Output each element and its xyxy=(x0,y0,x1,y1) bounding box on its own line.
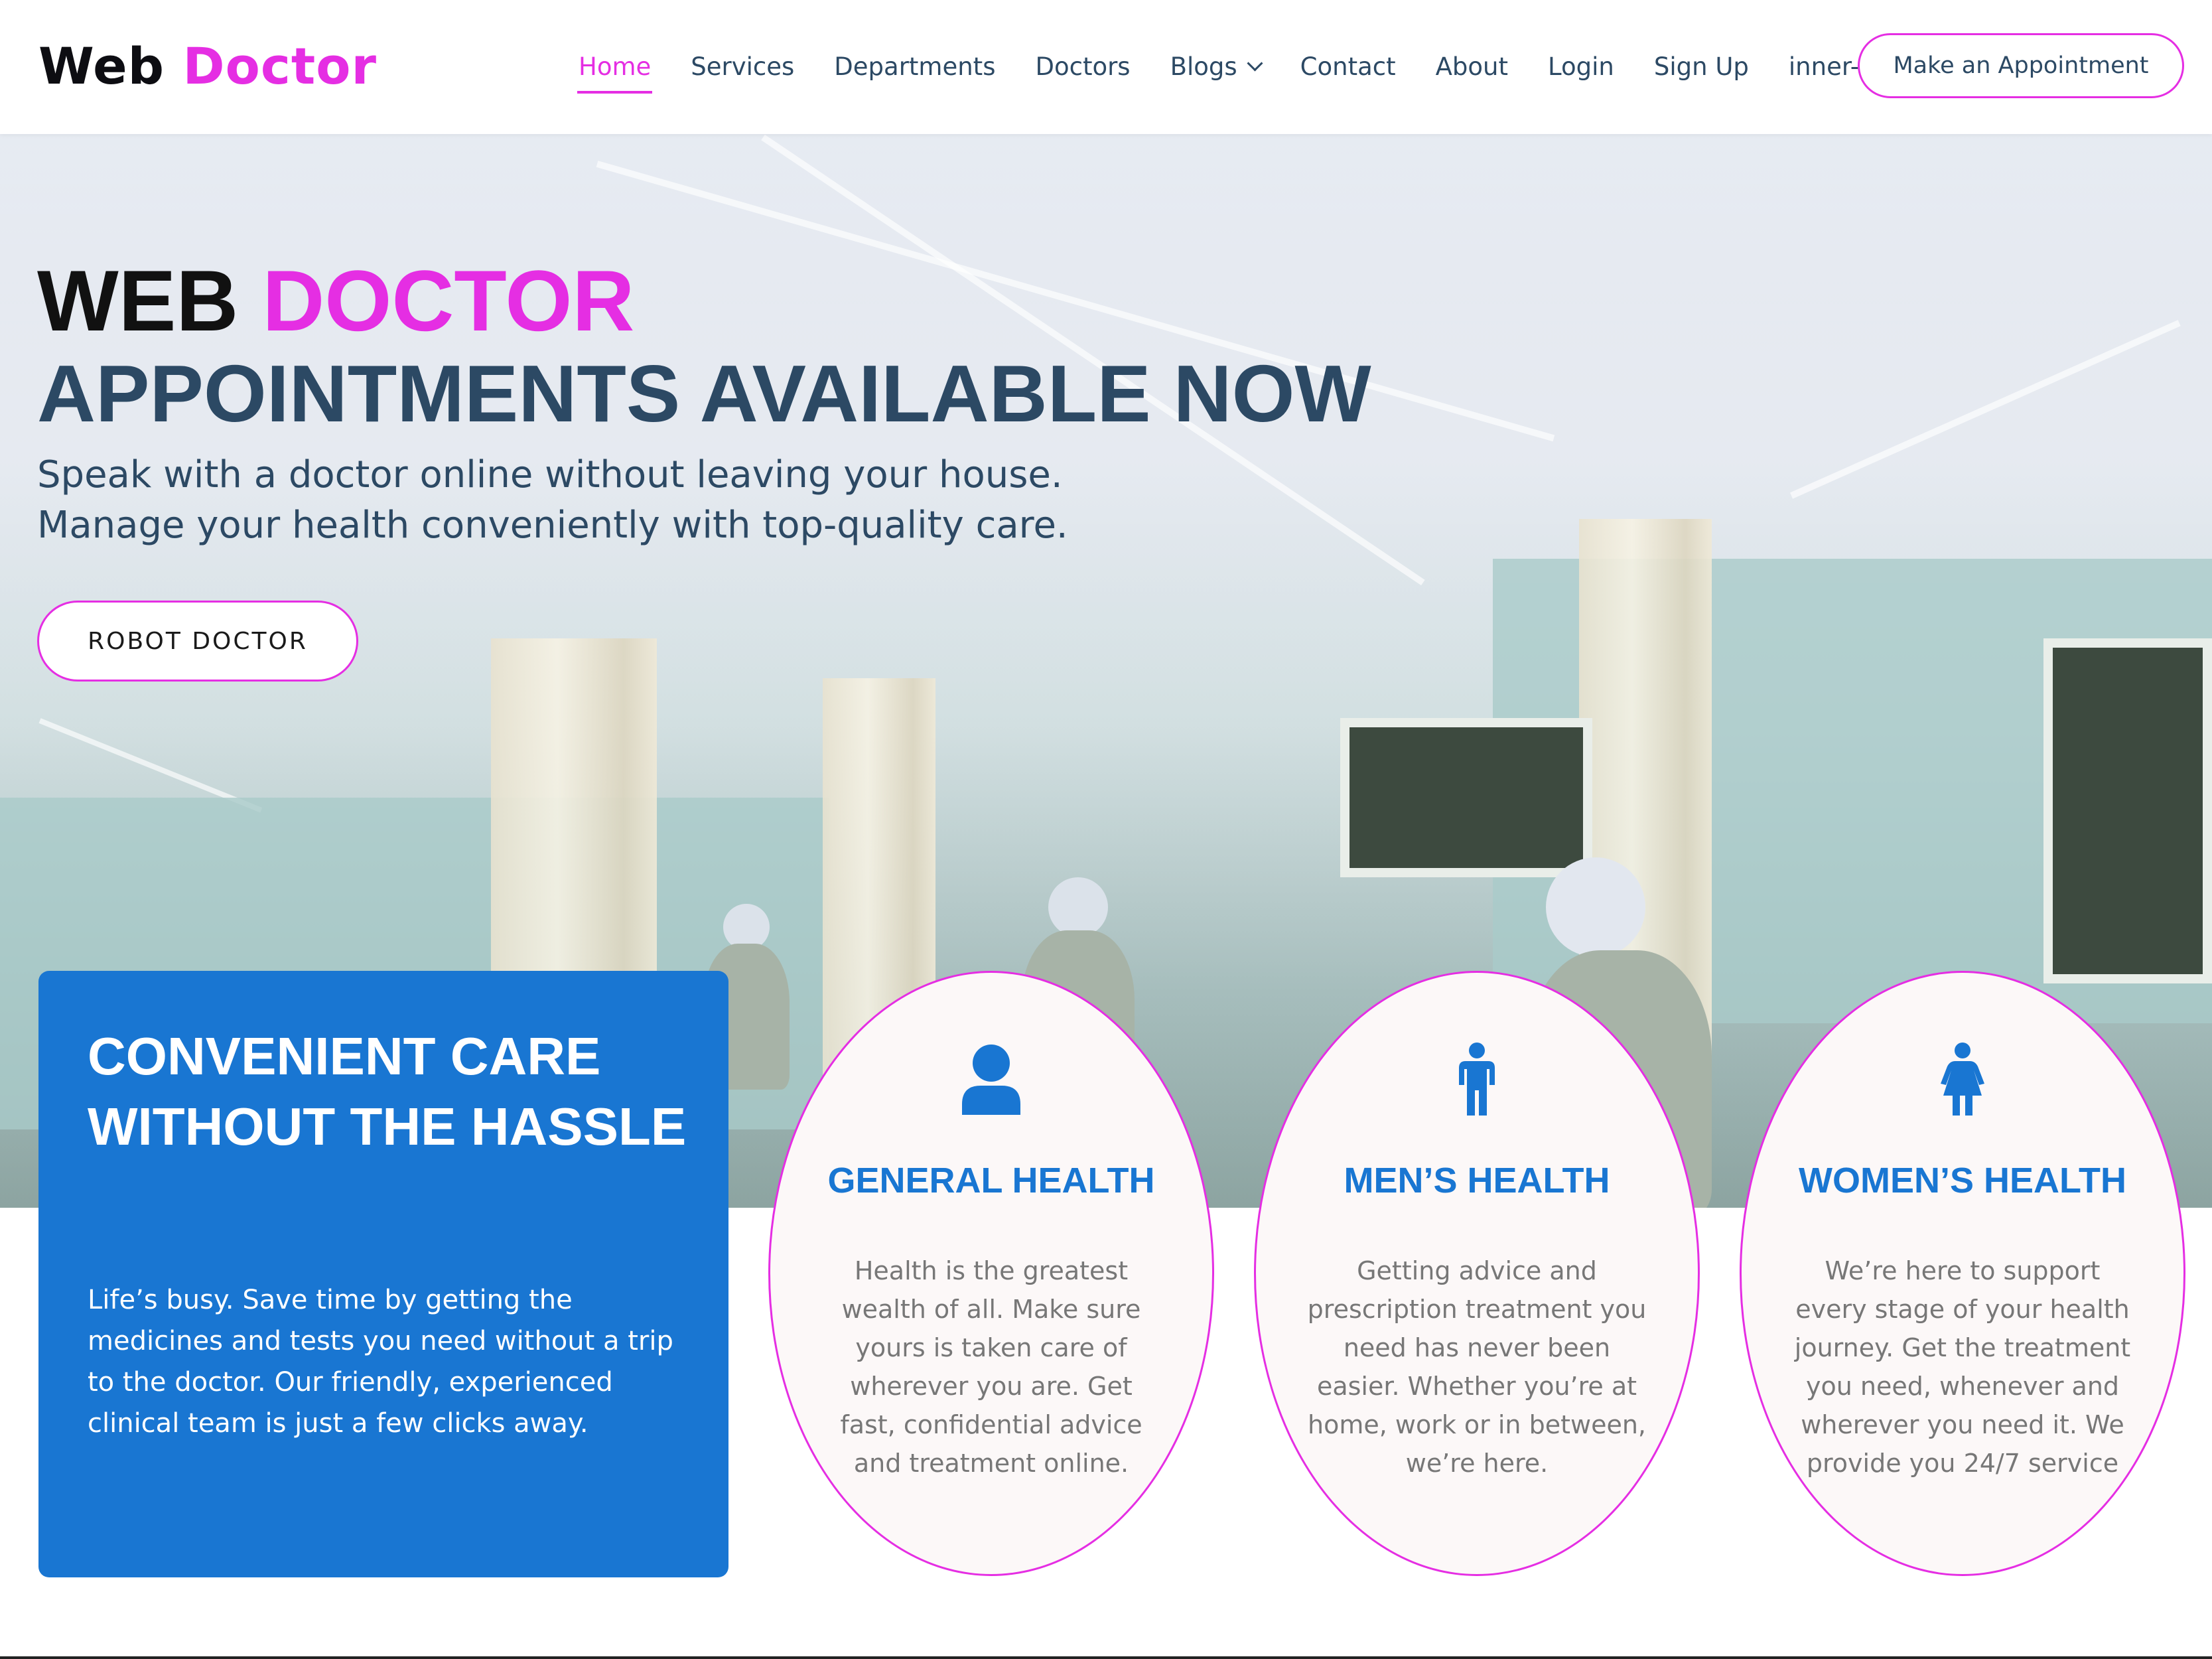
care-card-text: Life’s busy. Save time by getting the me… xyxy=(88,1285,673,1439)
hero-subtitle-line1: Speak with a doctor online without leavi… xyxy=(37,453,1063,496)
service-title: GENERAL HEALTH xyxy=(827,1161,1155,1200)
hero-title-doctor: DOCTOR xyxy=(262,252,635,349)
female-icon xyxy=(1742,1039,2183,1119)
nav-about[interactable]: About xyxy=(1436,47,1508,87)
nav-signup[interactable]: Sign Up xyxy=(1654,47,1749,87)
service-title: MEN’S HEALTH xyxy=(1344,1161,1610,1200)
service-text: We’re here to support every stage of you… xyxy=(1794,1256,2131,1478)
hero-title-line2: APPOINTMENTS AVAILABLE NOW xyxy=(37,348,1371,439)
service-text: Getting advice and prescription treatmen… xyxy=(1307,1256,1647,1478)
person-icon xyxy=(770,1039,1212,1119)
service-card-general-health[interactable]: GENERAL HEALTH Health is the greatest we… xyxy=(768,971,1214,1576)
service-card-womens-health[interactable]: WOMEN’S HEALTH We’re here to support eve… xyxy=(1740,971,2185,1576)
hero-title-web: WEB xyxy=(37,252,239,349)
nav-services[interactable]: Services xyxy=(691,47,794,87)
nav-blogs-label: Blogs xyxy=(1170,52,1237,81)
main-nav: Home Services Departments Doctors Blogs … xyxy=(577,0,1960,134)
convenient-care-card: CONVENIENT CARE WITHOUT THE HASSLE Life’… xyxy=(38,971,728,1577)
nav-home[interactable]: Home xyxy=(577,47,653,94)
nav-blogs[interactable]: Blogs xyxy=(1170,47,1263,87)
service-card-mens-health[interactable]: MEN’S HEALTH Getting advice and prescrip… xyxy=(1254,971,1700,1576)
hero-subtitle-line2: Manage your health conveniently with top… xyxy=(37,504,1068,547)
page-bottom-border xyxy=(0,1656,2212,1659)
nav-contact[interactable]: Contact xyxy=(1300,47,1396,87)
logo-text-doctor: Doctor xyxy=(182,36,377,96)
logo-text-web: Web xyxy=(38,36,165,96)
make-appointment-button[interactable]: Make an Appointment xyxy=(1858,33,2184,98)
care-card-title: CONVENIENT CARE WITHOUT THE HASSLE xyxy=(88,1027,687,1156)
service-text: Health is the greatest wealth of all. Ma… xyxy=(840,1256,1142,1478)
male-icon xyxy=(1256,1039,1698,1119)
nav-doctors[interactable]: Doctors xyxy=(1035,47,1130,87)
site-header: Web Doctor Home Services Departments Doc… xyxy=(0,0,2212,134)
chevron-down-icon xyxy=(1247,55,1263,72)
hero-title-line1: WEB DOCTOR xyxy=(37,251,634,350)
nav-login[interactable]: Login xyxy=(1548,47,1614,87)
hero-subtitle: Speak with a doctor online without leavi… xyxy=(37,450,1068,551)
site-logo[interactable]: Web Doctor xyxy=(38,35,377,98)
nav-departments[interactable]: Departments xyxy=(834,47,995,87)
service-title: WOMEN’S HEALTH xyxy=(1799,1161,2126,1200)
robot-doctor-button[interactable]: ROBOT DOCTOR xyxy=(37,601,358,682)
